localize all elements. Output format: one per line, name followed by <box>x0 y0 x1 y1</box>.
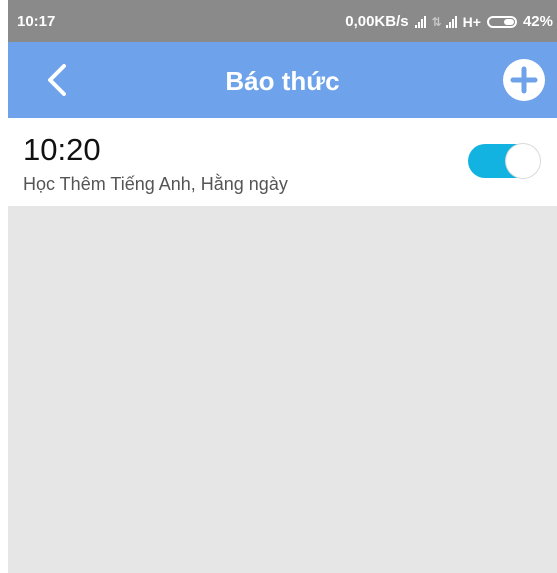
phone-screen: 10:17 0,00KB/s ⇅ H+ 42% Báo thức 10:20 H… <box>8 0 557 573</box>
page-title: Báo thức <box>225 66 340 96</box>
status-time: 10:17 <box>17 13 56 30</box>
signal-icon-2 <box>445 15 457 28</box>
app-bar: Báo thức <box>8 42 557 118</box>
network-type: H+ <box>462 13 481 30</box>
data-activity-icon: ⇅ <box>431 14 442 29</box>
alarm-time: 10:20 <box>23 132 101 167</box>
alarm-toggle[interactable] <box>468 144 540 178</box>
empty-list-area <box>8 206 557 573</box>
add-alarm-button[interactable] <box>503 59 545 101</box>
status-bar: 10:17 0,00KB/s ⇅ H+ 42% <box>8 0 557 42</box>
network-speed: 0,00KB/s <box>345 13 409 30</box>
toggle-knob <box>506 144 540 178</box>
alarm-list-item[interactable]: 10:20 Học Thêm Tiếng Anh, Hằng ngày <box>8 118 557 206</box>
alarm-label: Học Thêm Tiếng Anh, Hằng ngày <box>23 174 288 194</box>
battery-icon <box>486 15 517 28</box>
battery-percent: 42% <box>522 13 553 30</box>
signal-icon <box>414 15 426 28</box>
status-indicators: 0,00KB/s ⇅ H+ 42% <box>345 13 553 30</box>
plus-icon <box>510 66 538 94</box>
